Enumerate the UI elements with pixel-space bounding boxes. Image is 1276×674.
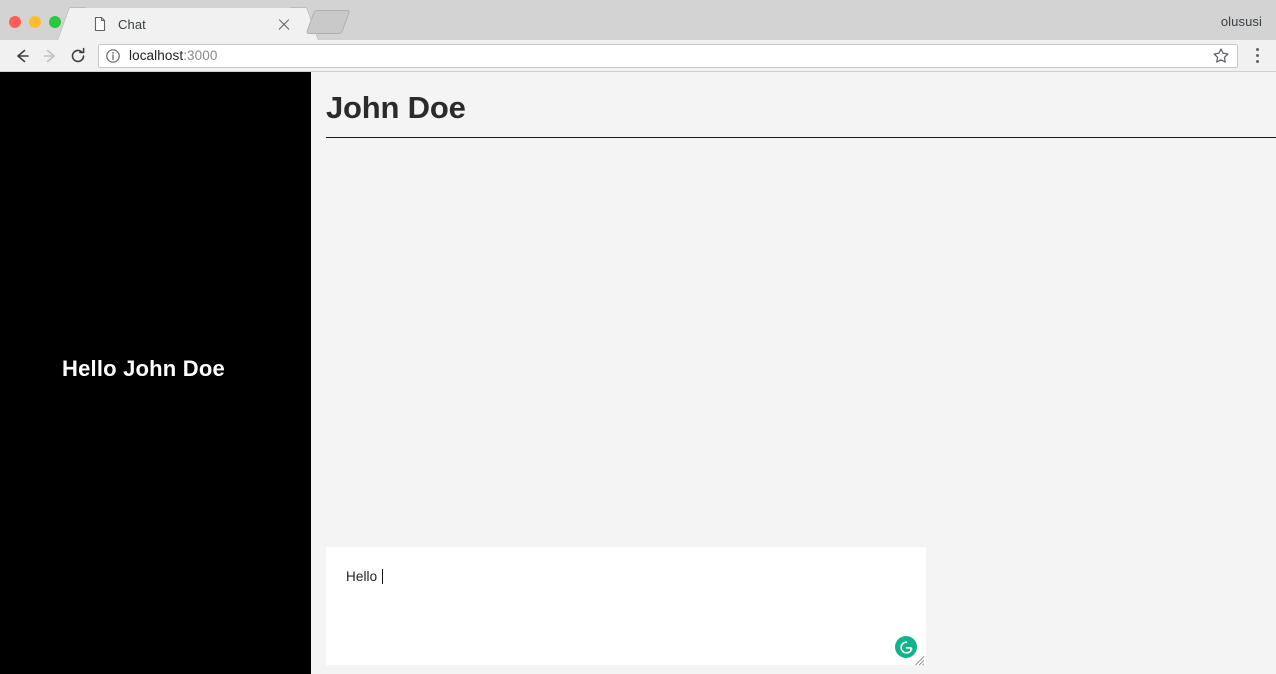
arrow-right-icon — [36, 42, 64, 70]
browser-toolbar: localhost:3000 — [0, 40, 1276, 72]
star-icon[interactable] — [1211, 46, 1231, 66]
sidebar: Hello John Doe — [0, 72, 311, 674]
menu-dot — [1255, 60, 1259, 63]
page-icon — [92, 16, 108, 32]
window-controls — [9, 16, 61, 28]
browser-tab-chat[interactable]: Chat — [74, 8, 302, 40]
message-textarea[interactable]: Hello — [326, 547, 926, 666]
text-caret — [382, 569, 384, 584]
new-tab-button[interactable] — [305, 10, 351, 34]
url-host: localhost — [129, 48, 184, 63]
tab-title: Chat — [118, 16, 146, 32]
arrow-left-icon[interactable] — [8, 42, 36, 70]
message-textarea-value: Hello — [346, 569, 384, 584]
browser-window: Chat olususi localhost:3000 Hello John … — [0, 0, 1276, 674]
chat-message-list — [311, 138, 1276, 547]
sidebar-greeting: Hello John Doe — [62, 356, 225, 381]
page-viewport: Hello John Doe John Doe Hello — [0, 72, 1276, 674]
profile-name[interactable]: olususi — [1221, 14, 1262, 29]
window-maximize-button[interactable] — [49, 16, 61, 28]
close-icon[interactable] — [276, 16, 292, 32]
resize-grip-icon[interactable] — [914, 653, 925, 666]
composer-area: Hello — [311, 547, 1276, 674]
menu-dot — [1255, 54, 1259, 57]
page-title: John Doe — [326, 90, 466, 125]
menu-dot — [1255, 48, 1259, 51]
reload-icon[interactable] — [64, 42, 92, 70]
info-circle-icon[interactable] — [105, 48, 121, 64]
tab-strip: Chat olususi — [0, 0, 1276, 40]
three-dot-menu-icon[interactable] — [1246, 42, 1268, 70]
url-port: :3000 — [183, 48, 218, 63]
window-minimize-button[interactable] — [29, 16, 41, 28]
window-close-button[interactable] — [9, 16, 21, 28]
address-bar[interactable]: localhost:3000 — [98, 43, 1238, 68]
main-content: John Doe Hello — [311, 72, 1276, 674]
